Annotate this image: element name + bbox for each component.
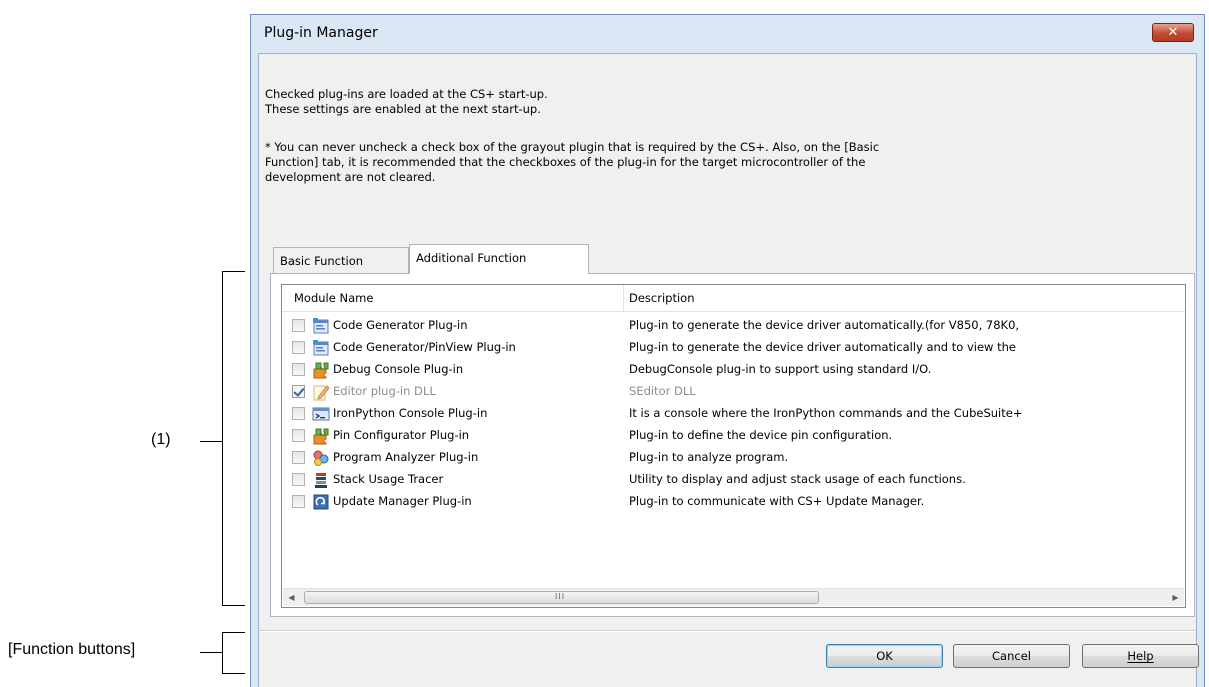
plugin-row[interactable]: Debug Console Plug-in DebugConsole plug-i… <box>282 358 1185 380</box>
scrollbar-thumb[interactable]: III <box>304 591 819 604</box>
plugin-checkbox[interactable] <box>292 407 305 420</box>
plugin-name: Code Generator Plug-in <box>333 318 468 332</box>
plugin-row[interactable]: Code Generator/PinView Plug-in Plug-in to… <box>282 336 1185 358</box>
buttons-annotation-label: [Function buttons] <box>8 641 136 658</box>
scrollbar-grip: III <box>555 592 566 601</box>
note-line: development are not cleared. <box>265 170 436 184</box>
info-text: Checked plug-ins are loaded at the CS+ s… <box>265 87 548 117</box>
tab-additional-function[interactable]: Additional Function <box>409 244 589 274</box>
puzzle-icon <box>312 361 330 379</box>
close-icon: ✕ <box>1167 25 1179 40</box>
list-annotation-leader <box>200 441 222 442</box>
plugin-name: Stack Usage Tracer <box>333 472 444 486</box>
plugin-row[interactable]: Editor plug-in DLL SEditor DLL <box>282 380 1185 402</box>
update-icon <box>312 493 330 511</box>
dialog-client-area: Checked plug-ins are loaded at the CS+ s… <box>258 53 1199 687</box>
plugin-row[interactable]: Update Manager Plug-in Plug-in to communi… <box>282 490 1185 512</box>
code-generator-icon <box>312 339 330 357</box>
plugin-description: Plug-in to analyze program. <box>629 450 789 464</box>
button-divider <box>259 630 1196 632</box>
plugin-list[interactable]: Module Name Description Code Generator P… <box>281 284 1186 608</box>
column-header-description[interactable]: Description <box>629 291 695 305</box>
plugin-name: Code Generator/PinView Plug-in <box>333 340 516 354</box>
plugin-description: SEditor DLL <box>629 384 696 398</box>
tab-panel: Module Name Description Code Generator P… <box>270 273 1195 617</box>
plugin-description: Plug-in to generate the device driver au… <box>629 340 1016 354</box>
code-generator-icon <box>312 317 330 335</box>
plugin-checkbox[interactable] <box>292 495 305 508</box>
plugin-description: Plug-in to generate the device driver au… <box>629 318 1020 332</box>
stack-icon <box>312 471 330 489</box>
horizontal-scrollbar[interactable]: ◀ III ▶ <box>283 588 1184 606</box>
analyzer-icon <box>312 449 330 467</box>
pencil-icon <box>312 383 330 401</box>
plugin-description: Plug-in to communicate with CS+ Update M… <box>629 494 925 508</box>
buttons-annotation-leader <box>200 652 222 653</box>
plugin-row[interactable]: Pin Configurator Plug-in Plug-in to defin… <box>282 424 1185 446</box>
column-separator[interactable] <box>623 285 624 311</box>
plugin-checkbox[interactable] <box>292 319 305 332</box>
plugin-row[interactable]: Stack Usage Tracer Utility to display and… <box>282 468 1185 490</box>
cancel-button[interactable]: Cancel <box>953 644 1070 668</box>
plugin-name: Pin Configurator Plug-in <box>333 428 470 442</box>
note-text: * You can never uncheck a check box of t… <box>265 140 879 185</box>
plugin-checkbox[interactable] <box>292 451 305 464</box>
plugin-checkbox[interactable] <box>292 363 305 376</box>
plugin-checkbox <box>292 385 305 398</box>
plugin-name: Update Manager Plug-in <box>333 494 472 508</box>
puzzle-icon <box>312 427 330 445</box>
plugin-name: IronPython Console Plug-in <box>333 406 488 420</box>
plugin-checkbox[interactable] <box>292 341 305 354</box>
console-icon <box>312 405 330 423</box>
plugin-name: Editor plug-in DLL <box>333 384 436 398</box>
ok-button-label: OK <box>876 649 893 663</box>
plugin-description: Utility to display and adjust stack usag… <box>629 472 966 486</box>
scroll-right-arrow-icon[interactable]: ▶ <box>1167 589 1184 606</box>
note-line: * You can never uncheck a check box of t… <box>265 140 880 154</box>
help-button[interactable]: Help <box>1082 644 1199 668</box>
note-line: Function] tab, it is recommended that th… <box>265 155 866 169</box>
plugin-row[interactable]: Program Analyzer Plug-in Plug-in to analy… <box>282 446 1185 468</box>
tab-label: Additional Function <box>416 251 527 265</box>
info-line: Checked plug-ins are loaded at the CS+ s… <box>265 87 548 101</box>
plugin-manager-dialog: Plug-in Manager ✕ Checked plug-ins are l… <box>250 14 1205 687</box>
plugin-checkbox[interactable] <box>292 473 305 486</box>
list-annotation-bracket <box>222 271 245 606</box>
dialog-title: Plug-in Manager <box>264 25 378 41</box>
list-annotation-label: (1) <box>151 431 171 448</box>
list-header: Module Name Description <box>282 285 1185 312</box>
cancel-button-label: Cancel <box>992 649 1031 663</box>
plugin-checkbox[interactable] <box>292 429 305 442</box>
buttons-annotation-bracket <box>222 632 245 674</box>
plugin-name: Debug Console Plug-in <box>333 362 464 376</box>
ok-button[interactable]: OK <box>826 644 943 668</box>
plugin-row[interactable]: IronPython Console Plug-in It is a consol… <box>282 402 1185 424</box>
info-line: These settings are enabled at the next s… <box>265 102 541 116</box>
plugin-description: Plug-in to define the device pin configu… <box>629 428 893 442</box>
plugin-description: DebugConsole plug-in to support using st… <box>629 362 932 376</box>
tab-label: Basic Function <box>280 254 364 268</box>
close-button[interactable]: ✕ <box>1152 23 1194 42</box>
tab-basic-function[interactable]: Basic Function <box>273 247 409 274</box>
plugin-name: Program Analyzer Plug-in <box>333 450 479 464</box>
scroll-left-arrow-icon[interactable]: ◀ <box>283 589 300 606</box>
title-bar: Plug-in Manager ✕ <box>251 15 1204 53</box>
column-header-module-name[interactable]: Module Name <box>294 291 373 305</box>
plugin-row[interactable]: Code Generator Plug-in Plug-in to generat… <box>282 314 1185 336</box>
plugin-description: It is a console where the IronPython com… <box>629 406 1023 420</box>
help-button-label: Help <box>1127 649 1154 663</box>
